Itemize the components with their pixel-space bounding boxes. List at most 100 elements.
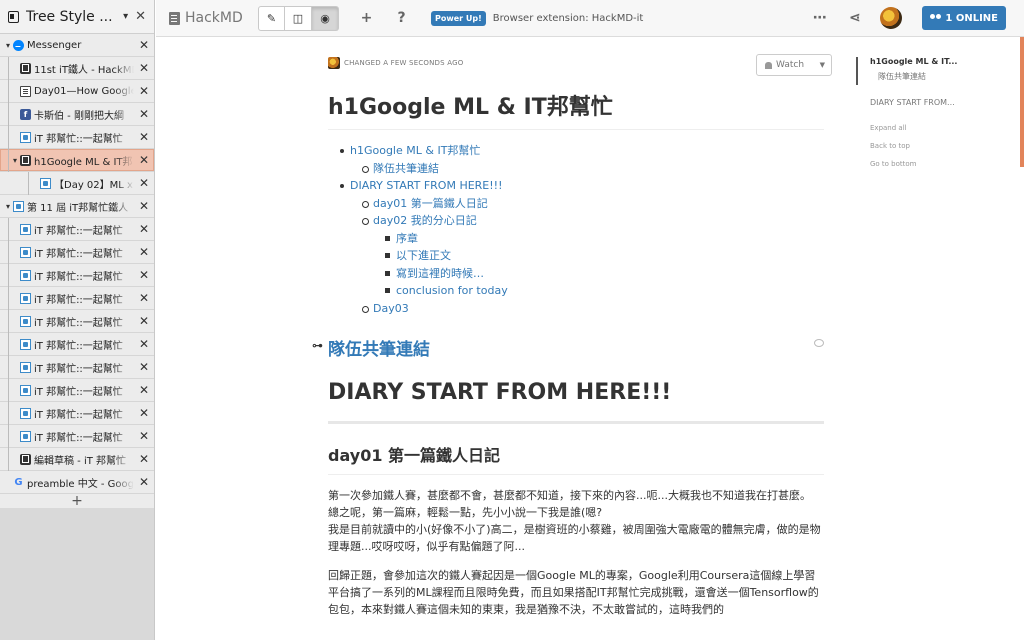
sidebar-tab[interactable]: iT 邦幫忙::一起幫忙 ✕: [0, 218, 154, 241]
sidebar-tab[interactable]: iT 邦幫忙::一起幫忙 ✕: [0, 333, 154, 356]
sidebar-tab[interactable]: Gpreamble 中文 - Google ✕: [0, 471, 154, 494]
close-tab-icon[interactable]: ✕: [134, 130, 154, 144]
close-tab-icon[interactable]: ✕: [134, 199, 154, 213]
scrollbar[interactable]: [1020, 37, 1024, 167]
close-tab-icon[interactable]: ✕: [134, 38, 154, 52]
close-tab-icon[interactable]: ✕: [134, 268, 154, 282]
last-changed-status: CHANGED A FEW SECONDS AGO: [328, 57, 824, 69]
hackmd-toolbar: HackMD ✎ ◫ ◉ + ? Power Up! Browser exten…: [156, 0, 1024, 37]
close-tab-icon[interactable]: ✕: [134, 84, 154, 98]
tab-label: iT 邦幫忙::一起幫忙: [34, 294, 123, 306]
expand-all-link[interactable]: Expand all: [870, 124, 955, 142]
close-icon[interactable]: ✕: [135, 9, 146, 24]
right-toc-item[interactable]: h1Google ML & IT...: [858, 57, 1006, 71]
toc-link[interactable]: day01 第一篇鐵人日記: [328, 195, 824, 213]
close-tab-icon[interactable]: ✕: [134, 176, 154, 190]
sidebar-header: Tree Style ... ▾ ✕: [0, 0, 154, 34]
sidebar-tab[interactable]: iT 邦幫忙::一起幫忙 ✕: [0, 425, 154, 448]
twisty-icon[interactable]: ▾: [3, 41, 13, 50]
sidebar-tab[interactable]: iT 邦幫忙::一起幫忙 ✕: [0, 241, 154, 264]
tree-style-tab-sidebar: Tree Style ... ▾ ✕ ▾ Messenger ✕ 11st iT鐵人 …: [0, 0, 155, 640]
toc-link[interactable]: 序章: [328, 230, 824, 248]
right-toc: h1Google ML & IT... 隊伍共筆連結: [856, 57, 1006, 85]
team-notes-heading-link[interactable]: 隊伍共筆連結: [328, 340, 430, 360]
sidebar-tab[interactable]: iT 邦幫忙::一起幫忙 ✕: [0, 356, 154, 379]
facebook-icon: f: [20, 108, 31, 120]
split-mode-button[interactable]: ◫: [285, 5, 312, 31]
sidebar-tab[interactable]: 【Day 02】ML x N✕: [0, 172, 154, 195]
comment-icon[interactable]: [814, 339, 824, 347]
right-toc-item[interactable]: 隊伍共筆連結: [858, 71, 1006, 85]
sidebar-tab[interactable]: ▾ 第 11 屆 iT邦幫忙鐵人 ✕: [0, 195, 154, 218]
sidebar-tab[interactable]: ▾ Messenger ✕: [0, 34, 154, 57]
document-view: CHANGED A FEW SECONDS AGO Watch ▼ h1Goog…: [156, 37, 1024, 640]
close-tab-icon[interactable]: ✕: [134, 61, 154, 75]
ithome-icon: [20, 407, 31, 419]
close-tab-icon[interactable]: ✕: [134, 291, 154, 305]
close-tab-icon[interactable]: ✕: [134, 452, 154, 466]
toc-link[interactable]: DIARY START FROM HERE!!!: [328, 177, 824, 195]
tab-label: iT 邦幫忙::一起幫忙: [34, 133, 123, 145]
tab-label: iT 邦幫忙::一起幫忙: [34, 271, 123, 283]
go-to-bottom-link[interactable]: Go to bottom: [870, 160, 955, 178]
close-tab-icon[interactable]: ✕: [134, 360, 154, 374]
extension-link[interactable]: Browser extension: HackMD-it: [493, 13, 644, 24]
divider: [328, 421, 824, 424]
sidebar-tab[interactable]: iT 邦幫忙::一起幫忙 ✕: [0, 402, 154, 425]
toc-link[interactable]: 寫到這裡的時候…: [328, 265, 824, 283]
tab-label: Messenger: [27, 39, 82, 51]
sidebar-tab[interactable]: Day01—How Google ✕: [0, 80, 154, 103]
twisty-icon[interactable]: ▾: [3, 202, 13, 211]
twisty-icon[interactable]: ▾: [10, 156, 20, 165]
toc-link[interactable]: day02 我的分心日記: [328, 212, 824, 230]
watch-button[interactable]: Watch ▼: [756, 54, 832, 76]
sidebar-tab[interactable]: 11st iT鐵人 - HackMD ✕: [0, 57, 154, 80]
right-toc-item[interactable]: DIARY START FROM...: [870, 98, 955, 112]
brand[interactable]: HackMD: [156, 10, 256, 26]
ithome-icon: [20, 292, 31, 304]
toc-link[interactable]: conclusion for today: [328, 282, 824, 300]
close-tab-icon[interactable]: ✕: [134, 475, 154, 489]
close-tab-icon[interactable]: ✕: [134, 107, 154, 121]
tab-label: 【Day 02】ML x N: [54, 179, 134, 191]
toc-link[interactable]: Day03: [328, 300, 824, 318]
sidebar-tab[interactable]: ▾ h1Google ML & IT邦 ✕: [0, 149, 154, 172]
sidebar-tab[interactable]: 編輯草稿 - iT 邦幫忙 ✕: [0, 448, 154, 471]
edit-mode-button[interactable]: ✎: [258, 5, 285, 31]
view-mode-button[interactable]: ◉: [312, 5, 339, 31]
sidebar-tab[interactable]: iT 邦幫忙::一起幫忙 ✕: [0, 310, 154, 333]
help-icon[interactable]: ?: [384, 10, 419, 26]
chevron-down-icon[interactable]: ▾: [123, 11, 128, 22]
share-icon[interactable]: ⋖: [837, 10, 872, 26]
sidebar-tab[interactable]: iT 邦幫忙::一起幫忙 ✕: [0, 264, 154, 287]
close-tab-icon[interactable]: ✕: [134, 429, 154, 443]
ithome-icon: [20, 246, 31, 258]
more-menu-icon[interactable]: ⋯: [802, 10, 837, 26]
link-icon[interactable]: ⊶: [312, 339, 323, 352]
ithome-icon: [20, 223, 31, 235]
toc-link[interactable]: h1Google ML & IT邦幫忙: [328, 142, 824, 160]
sidebar-tab[interactable]: f 卡斯伯 - 剛剛把大綱 ✕: [0, 103, 154, 126]
back-to-top-link[interactable]: Back to top: [870, 142, 955, 160]
close-tab-icon[interactable]: ✕: [134, 222, 154, 236]
hackmd-icon: [20, 62, 31, 74]
tab-label: 11st iT鐵人 - HackMD: [34, 64, 134, 76]
markdown-body: CHANGED A FEW SECONDS AGO Watch ▼ h1Goog…: [312, 37, 832, 618]
close-tab-icon[interactable]: ✕: [134, 153, 154, 167]
powerup-badge[interactable]: Power Up!: [431, 10, 486, 26]
sidebar-tab[interactable]: iT 邦幫忙::一起幫忙 ✕: [0, 379, 154, 402]
doc-icon: [20, 85, 31, 97]
toc-link[interactable]: 隊伍共筆連結: [328, 160, 824, 178]
close-tab-icon[interactable]: ✕: [134, 245, 154, 259]
close-tab-icon[interactable]: ✕: [134, 314, 154, 328]
avatar[interactable]: [880, 7, 903, 29]
toc-link[interactable]: 以下進正文: [328, 247, 824, 265]
close-tab-icon[interactable]: ✕: [134, 406, 154, 420]
online-users-button[interactable]: 1 ONLINE: [922, 6, 1006, 30]
sidebar-tab[interactable]: iT 邦幫忙::一起幫忙 ✕: [0, 287, 154, 310]
sidebar-tab[interactable]: iT 邦幫忙::一起幫忙 ✕: [0, 126, 154, 149]
team-notes-heading: ⊶ 隊伍共筆連結: [312, 335, 824, 360]
add-icon[interactable]: +: [349, 10, 384, 26]
close-tab-icon[interactable]: ✕: [134, 383, 154, 397]
close-tab-icon[interactable]: ✕: [134, 337, 154, 351]
